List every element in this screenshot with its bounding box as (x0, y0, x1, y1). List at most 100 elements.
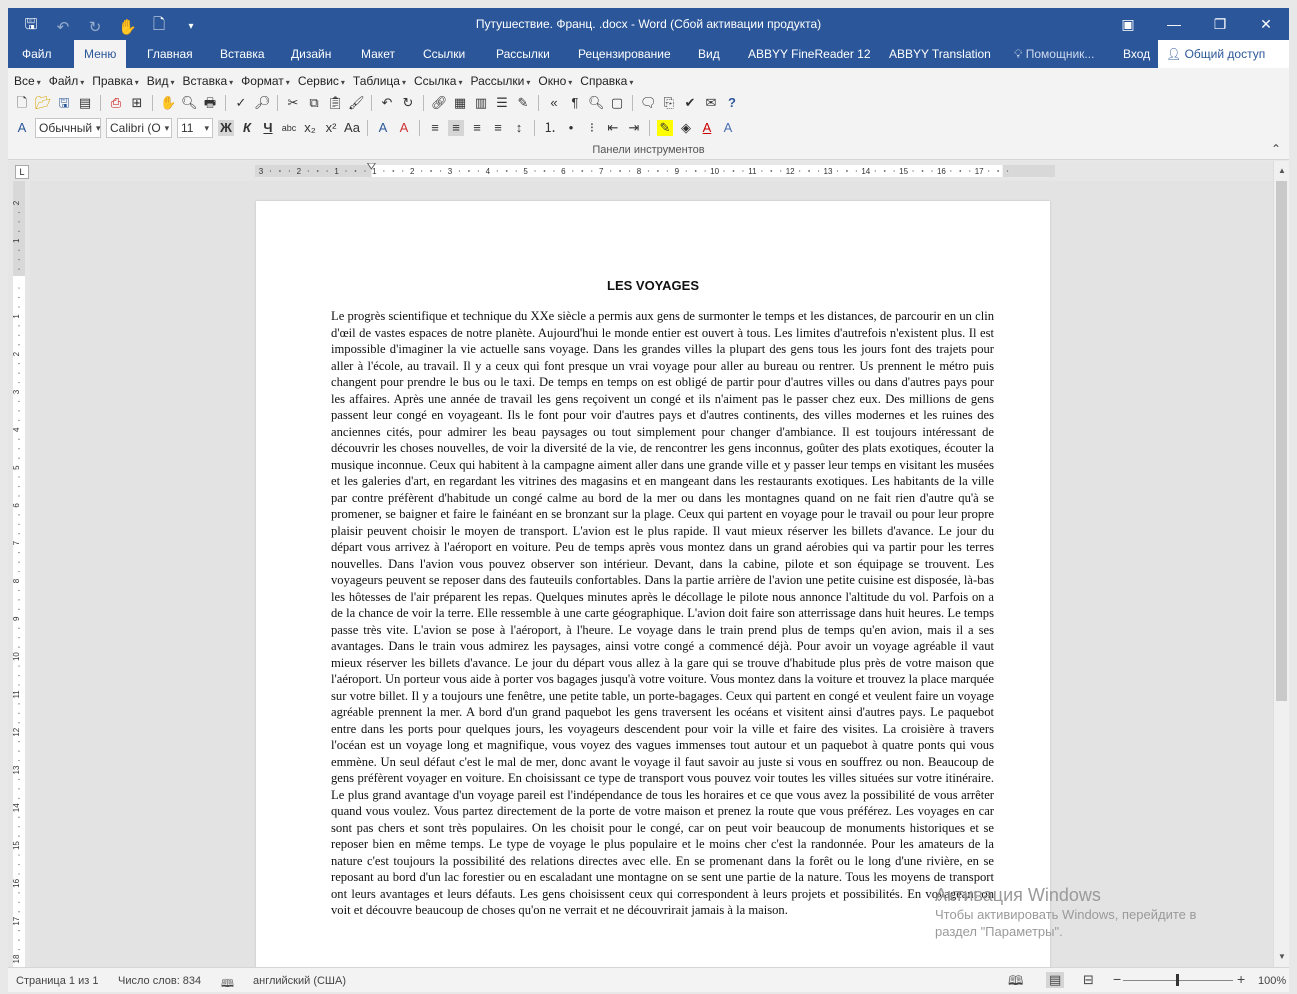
superscript-button[interactable]: x² (323, 120, 339, 136)
ribbon-display-options-icon[interactable]: ▣ (1105, 8, 1151, 40)
justify-icon[interactable]: ≡ (490, 120, 506, 136)
align-center-icon[interactable]: ≡ (448, 120, 464, 136)
italic-button[interactable]: К (239, 120, 255, 136)
language-status[interactable]: английский (США) (253, 975, 346, 987)
save-icon[interactable]: 🖫 (56, 95, 72, 111)
vertical-scrollbar[interactable]: ▲ ▼ (1273, 161, 1289, 967)
text-outline-icon[interactable]: A (720, 120, 736, 136)
cut-icon[interactable]: ✂ (285, 95, 301, 111)
menu-tools[interactable]: Сервис (298, 74, 345, 88)
save-all-icon[interactable]: ▤ (77, 95, 93, 111)
drawing-icon[interactable]: ✎ (515, 95, 531, 111)
spelling-icon[interactable]: ✓ (233, 95, 249, 111)
envelope-icon[interactable]: ✉ (703, 95, 719, 111)
help-icon[interactable]: ? (724, 95, 740, 111)
document-title[interactable]: LES VOYAGES (256, 278, 1050, 293)
maximize-button[interactable]: ❐ (1197, 8, 1243, 40)
track-changes-icon[interactable]: ⎘ (661, 95, 677, 111)
menu-table[interactable]: Таблица (353, 74, 406, 88)
export-pdf-icon[interactable]: ⎙ (108, 95, 124, 111)
tables-borders-icon[interactable]: ▦ (452, 95, 468, 111)
document-page[interactable]: LES VOYAGES Le progrès scientifique et t… (256, 201, 1050, 967)
scroll-down-arrow[interactable]: ▼ (1274, 949, 1290, 965)
zoom-in-button[interactable]: + (1237, 971, 1245, 987)
undo-icon[interactable]: ↶ (379, 95, 395, 111)
tab-abbyy-finereader[interactable]: ABBYY FineReader 12 (748, 40, 871, 68)
format-painter-icon[interactable]: 🖌︎ (348, 95, 365, 111)
multilevel-list-icon[interactable]: ⁝ (584, 120, 600, 136)
styles-icon[interactable]: A (14, 120, 30, 136)
zoom-icon[interactable]: 🔍︎ (588, 95, 605, 111)
templates-icon[interactable]: ⊞ (129, 95, 145, 111)
menu-mailings[interactable]: Рассылки (471, 74, 531, 88)
columns-icon[interactable]: ☰ (494, 95, 510, 111)
paste-icon[interactable]: 📋︎ (327, 95, 344, 111)
tab-file[interactable]: Файл (22, 40, 52, 68)
highlight-icon[interactable]: ✎ (657, 120, 673, 136)
scroll-thumb[interactable] (1276, 181, 1287, 701)
zoom-out-button[interactable]: − (1113, 971, 1121, 987)
font-combo[interactable]: Calibri (О (106, 118, 172, 138)
copy-icon[interactable]: ⧉ (306, 95, 322, 111)
research-icon[interactable]: 🔎︎ (254, 95, 271, 111)
minimize-button[interactable]: — (1151, 8, 1197, 40)
close-button[interactable]: ✕ (1243, 8, 1289, 40)
permissions-icon[interactable]: ✋ (160, 95, 176, 111)
increase-indent-icon[interactable]: ⇥ (626, 120, 642, 136)
tab-abbyy-translation[interactable]: ABBYY Translation (889, 40, 991, 68)
reading-mode-icon[interactable]: ▢ (609, 95, 625, 111)
print-preview-icon[interactable]: 🔍︎ (181, 95, 198, 111)
change-case-button[interactable]: Aa (344, 120, 360, 136)
share-button[interactable]: 👤︎ Общий доступ (1158, 40, 1289, 68)
tab-review[interactable]: Рецензирование (578, 40, 671, 68)
tab-mailings[interactable]: Рассылки (496, 40, 550, 68)
tab-design[interactable]: Дизайн (291, 40, 331, 68)
bullets-icon[interactable]: • (563, 120, 579, 136)
menu-window[interactable]: Окно (538, 74, 572, 88)
bold-button[interactable]: Ж (218, 120, 234, 136)
text-effects-icon[interactable]: A (375, 120, 391, 136)
menu-help[interactable]: Справка (580, 74, 633, 88)
font-color-icon[interactable]: A (699, 120, 715, 136)
clear-formatting-icon[interactable]: A (396, 120, 412, 136)
tell-me[interactable]: 💡︎ Помощник... (1014, 40, 1094, 68)
show-hide-icon[interactable]: ¶ (567, 95, 583, 111)
new-document-icon[interactable]: 🗋 (14, 95, 30, 111)
web-layout-icon[interactable]: ⊟ (1083, 972, 1094, 988)
menu-reference[interactable]: Ссылка (414, 74, 463, 88)
menu-file[interactable]: Файл (49, 74, 85, 88)
underline-button[interactable]: Ч (260, 120, 276, 136)
horizontal-ruler[interactable]: 3 2 1 1 2 3 4 5 6 7 8 9 10 11 12 13 14 15 16 17 (255, 163, 1055, 179)
comment-icon[interactable]: 🗨︎ (640, 95, 657, 111)
page-count[interactable]: Страница 1 из 1 (16, 975, 98, 987)
decrease-indent-icon[interactable]: ⇤ (605, 120, 621, 136)
collapse-ribbon-icon[interactable]: ⌃ (1271, 142, 1281, 156)
menu-view[interactable]: Вид (147, 74, 175, 88)
tab-menu[interactable]: Меню (74, 40, 127, 68)
tab-insert[interactable]: Вставка (220, 40, 265, 68)
tab-view[interactable]: Вид (698, 40, 720, 68)
align-right-icon[interactable]: ≡ (469, 120, 485, 136)
menu-insert[interactable]: Вставка (183, 74, 234, 88)
menu-edit[interactable]: Правка (92, 74, 139, 88)
tab-references[interactable]: Ссылки (423, 40, 465, 68)
accept-change-icon[interactable]: ✔ (682, 95, 698, 111)
tab-selector[interactable]: L (15, 165, 29, 179)
zoom-level[interactable]: 100% (1258, 975, 1286, 987)
proofing-icon[interactable]: 🕮︎ (221, 975, 234, 994)
open-folder-icon[interactable]: 📂︎ (35, 95, 52, 111)
tab-home[interactable]: Главная (147, 40, 193, 68)
zoom-slider-thumb[interactable] (1176, 974, 1179, 986)
style-combo[interactable]: Обычный (35, 118, 101, 138)
strikethrough-button[interactable]: abc (281, 120, 297, 136)
print-icon[interactable]: 🖶 (202, 95, 218, 111)
redo-icon[interactable]: ↻ (400, 95, 416, 111)
font-size-combo[interactable]: 11 (177, 118, 213, 138)
word-count[interactable]: Число слов: 834 (118, 975, 201, 987)
read-mode-icon[interactable]: 🕮︎ (1008, 972, 1023, 994)
tab-layout[interactable]: Макет (361, 40, 395, 68)
scroll-up-arrow[interactable]: ▲ (1274, 163, 1290, 179)
shading-icon[interactable]: ◈ (678, 120, 694, 136)
vertical-ruler[interactable]: 2 1 1 2 3 4 5 6 7 8 9 10 11 12 13 14 15 16 17 18 (8, 181, 30, 988)
menu-format[interactable]: Формат (241, 74, 290, 88)
